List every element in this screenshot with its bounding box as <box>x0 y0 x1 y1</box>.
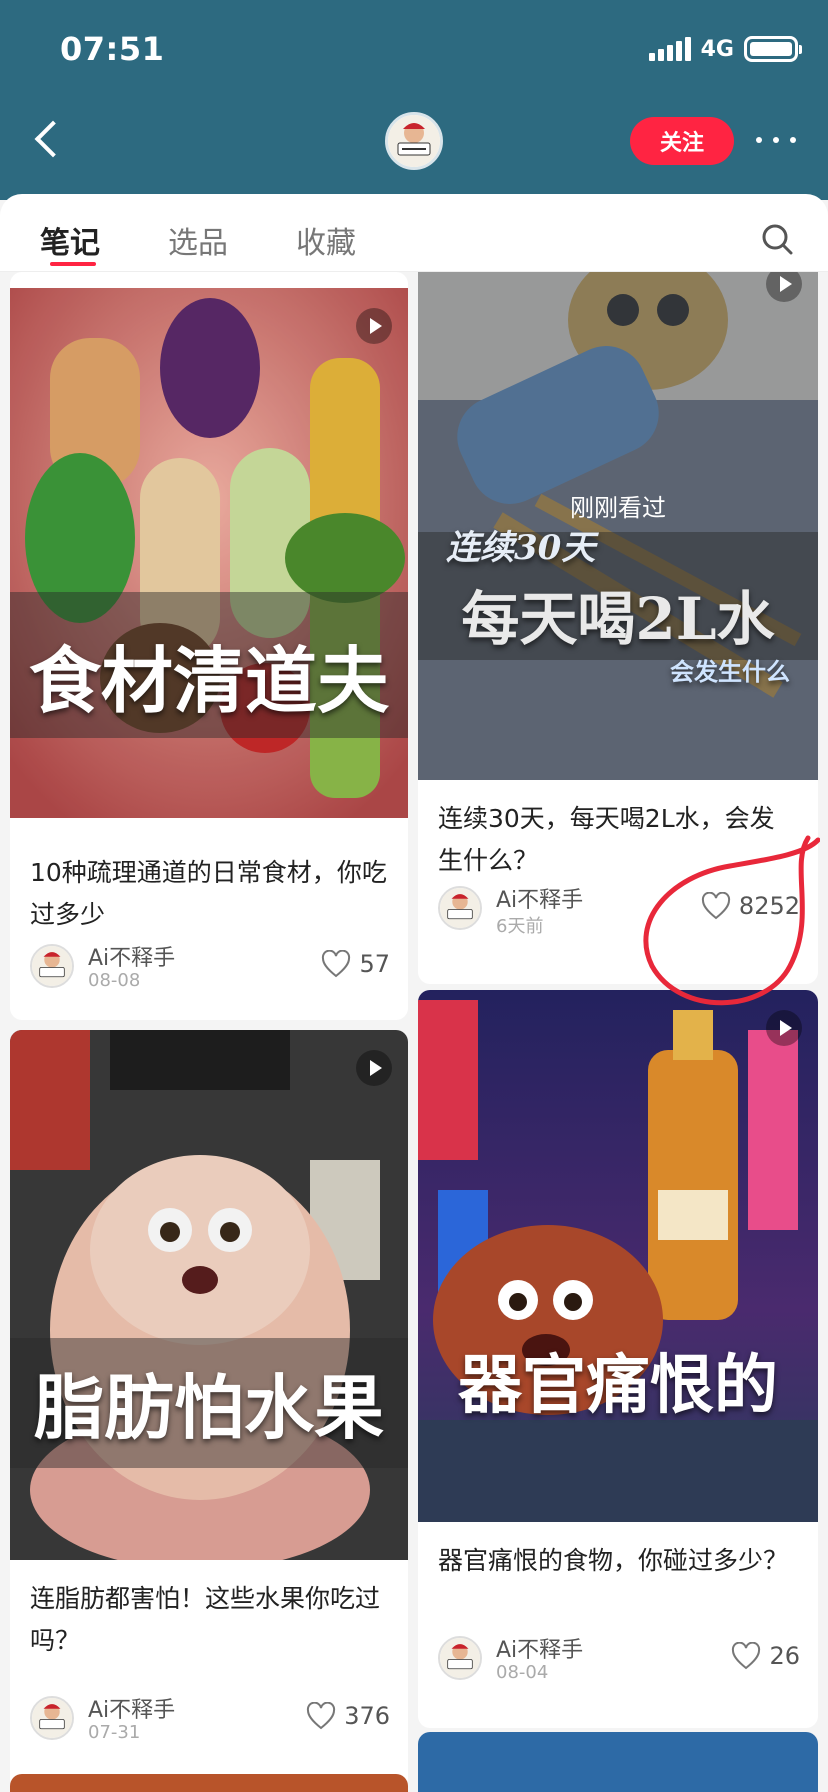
more-options-icon[interactable] <box>756 130 796 150</box>
video-play-icon <box>356 1050 392 1086</box>
cover-subtitle-top: 连续30天 <box>446 528 596 568</box>
status-bar: 07:51 4G <box>0 28 828 72</box>
heart-icon <box>701 892 730 920</box>
note-cover: 器官痛恨的 <box>418 990 818 1522</box>
note-card[interactable]: 器官痛恨的 器官痛恨的食物，你碰过多少？ Ai不释手 08-04 26 <box>418 990 818 1728</box>
tab-favorites[interactable]: 收藏 <box>296 218 356 262</box>
search-icon[interactable] <box>760 222 794 256</box>
like-button[interactable]: 376 <box>306 1702 390 1730</box>
heart-icon <box>322 950 351 978</box>
note-date: 6天前 <box>496 916 544 937</box>
note-date: 08-04 <box>496 1662 549 1683</box>
note-meta: Ai不释手 08-08 57 <box>30 940 390 994</box>
author-name: Ai不释手 <box>88 1698 176 1723</box>
author-avatar <box>30 1696 74 1740</box>
follow-button[interactable]: 关注 <box>630 117 734 165</box>
note-cover: 食材清道夫 <box>10 288 408 834</box>
like-button[interactable]: 57 <box>321 950 390 978</box>
recently-viewed-label: 刚刚看过 <box>570 494 666 522</box>
author-avatar <box>438 886 482 930</box>
note-title: 连续30天，每天喝2L水，会发生什么？ <box>438 804 775 875</box>
cover-subtitle-bottom: 会发生什么 <box>670 657 790 686</box>
note-card-partial[interactable] <box>10 1774 408 1792</box>
profile-avatar[interactable] <box>385 112 443 170</box>
cover-title: 脂肪怕水果 <box>34 1366 384 1449</box>
network-label: 4G <box>700 36 734 62</box>
note-title: 器官痛恨的食物，你碰过多少？ <box>438 1546 789 1575</box>
like-count: 26 <box>769 1642 800 1670</box>
note-card[interactable]: 食材清道夫 10种疏理通道的日常食材，你吃过多少 Ai不释手 08-08 57 <box>10 272 408 1020</box>
note-cover: 脂肪怕水果 <box>10 1030 408 1560</box>
cover-title: 食材清道夫 <box>28 638 389 723</box>
note-meta: Ai不释手 6天前 8252 <box>438 882 800 937</box>
profile-header: 07:51 4G 关注 <box>0 0 828 200</box>
note-date: 07-31 <box>88 1722 141 1743</box>
note-meta: Ai不释手 07-31 376 <box>30 1692 390 1746</box>
profile-tabs: 笔记 选品 收藏 <box>0 194 828 272</box>
cover-title: 每天喝2L水 <box>461 585 775 653</box>
like-button[interactable]: 8252 <box>701 892 800 920</box>
note-card-partial[interactable] <box>418 1732 818 1792</box>
video-play-icon <box>356 308 392 344</box>
active-tab-indicator <box>50 262 96 266</box>
like-count: 57 <box>359 950 390 978</box>
note-meta: Ai不释手 08-04 26 <box>438 1632 800 1686</box>
video-play-icon <box>766 1010 802 1046</box>
author-name: Ai不释手 <box>496 888 584 913</box>
note-card[interactable]: 脂肪怕水果 连脂肪都害怕！这些水果你吃过吗？ Ai不释手 07-31 376 <box>10 1030 408 1790</box>
tab-notes[interactable]: 笔记 <box>40 218 100 262</box>
author-name: Ai不释手 <box>496 1638 584 1663</box>
author-avatar <box>438 1636 482 1680</box>
cover-title: 器官痛恨的 <box>458 1348 778 1423</box>
heart-icon <box>307 1702 336 1730</box>
tab-picks[interactable]: 选品 <box>168 218 228 262</box>
note-cover: 刚刚看过 连续30天 每天喝2L水 会发生什么 <box>418 272 818 780</box>
battery-icon <box>744 36 802 62</box>
note-title: 10种疏理通道的日常食材，你吃过多少 <box>30 858 387 929</box>
status-time: 07:51 <box>60 30 165 68</box>
author-avatar <box>30 944 74 988</box>
note-date: 08-08 <box>88 970 141 991</box>
like-count: 8252 <box>738 892 800 920</box>
notes-feed: 食材清道夫 10种疏理通道的日常食材，你吃过多少 Ai不释手 08-08 57 <box>0 272 828 1792</box>
like-button[interactable]: 26 <box>731 1642 800 1670</box>
author-name: Ai不释手 <box>88 946 176 971</box>
note-card[interactable]: 刚刚看过 连续30天 每天喝2L水 会发生什么 连续30天，每天喝2L水，会发生… <box>418 272 818 984</box>
like-count: 376 <box>344 1702 390 1730</box>
heart-icon <box>732 1642 761 1670</box>
back-button[interactable] <box>26 118 66 168</box>
signal-icon <box>648 37 691 61</box>
note-title: 连脂肪都害怕！这些水果你吃过吗？ <box>30 1584 381 1655</box>
